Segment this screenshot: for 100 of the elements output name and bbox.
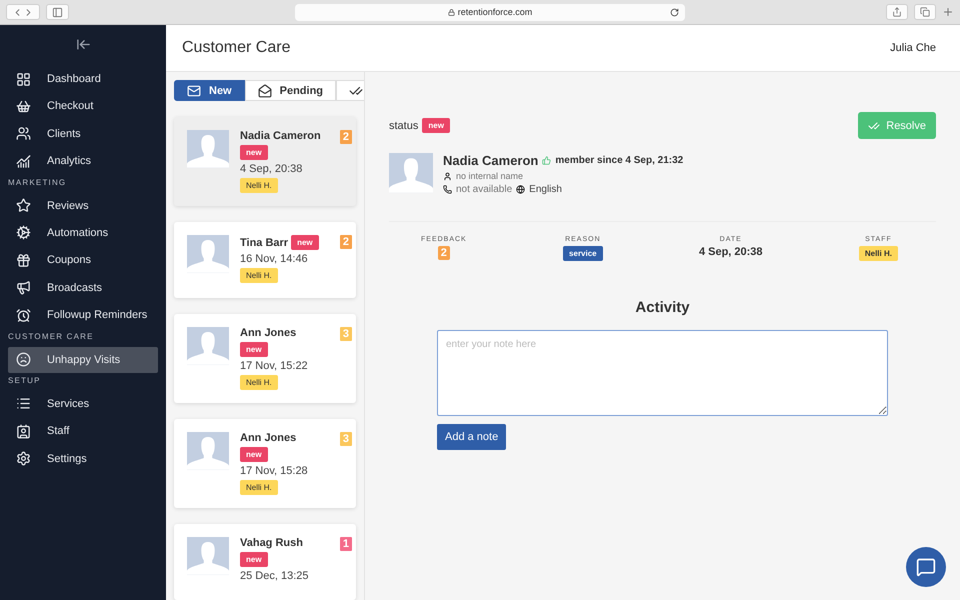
users-icon bbox=[16, 126, 31, 142]
score-badge: 2 bbox=[340, 130, 352, 144]
reload-icon[interactable] bbox=[670, 8, 679, 16]
sidebar-item-label: Checkout bbox=[47, 100, 94, 112]
open-envelope-icon bbox=[258, 84, 272, 98]
frown-icon bbox=[16, 352, 31, 368]
settings-icon bbox=[16, 451, 31, 466]
add-note-button[interactable]: Add a note bbox=[437, 424, 506, 450]
tab[interactable] bbox=[336, 80, 364, 101]
activity-title: Activity bbox=[634, 299, 691, 316]
visit-card[interactable]: Vahag Rush new 25 Dec, 13:25 1 bbox=[174, 524, 356, 600]
sidebar-icon bbox=[52, 6, 63, 18]
sidebar-item[interactable]: Automations bbox=[8, 220, 158, 246]
sidebar-item[interactable]: Services bbox=[8, 390, 158, 417]
sidebar-item-label: Followup Reminders bbox=[47, 309, 148, 322]
status-badge: new bbox=[240, 342, 268, 357]
sidebar-item-label: Dashboard bbox=[47, 73, 101, 85]
collapse-icon[interactable] bbox=[76, 37, 90, 52]
sidebar-item[interactable]: Followup Reminders bbox=[8, 302, 158, 328]
status-badge: new bbox=[240, 447, 268, 462]
score-badge: 2 bbox=[438, 246, 450, 260]
url-text: retentionforce.com bbox=[458, 7, 532, 17]
score-badge: 3 bbox=[340, 327, 352, 341]
visit-card[interactable]: Tina Barr new 16 Nov, 14:46 Nelli H. 2 bbox=[174, 222, 356, 298]
gift-icon bbox=[16, 252, 31, 268]
status-badge: new bbox=[291, 235, 319, 250]
status-badge: new bbox=[240, 145, 268, 160]
score-badge: 3 bbox=[340, 432, 352, 446]
contact-card-icon bbox=[16, 424, 31, 439]
status-badge: new bbox=[240, 552, 268, 567]
sidebar-item-label: Unhappy Visits bbox=[47, 354, 120, 366]
lock-icon bbox=[448, 8, 455, 16]
visit-card[interactable]: Ann Jones new 17 Nov, 15:22 Nelli H. 3 bbox=[174, 314, 356, 403]
sidebar-item-label: Clients bbox=[47, 128, 81, 140]
customer-name: Ann Jones bbox=[240, 432, 296, 444]
sidebar-item-label: Settings bbox=[47, 452, 87, 465]
sidebar-item-label: Coupons bbox=[47, 254, 92, 266]
person-icon bbox=[443, 172, 452, 180]
avatar-silhouette-icon bbox=[187, 432, 229, 470]
new-tab-icon[interactable] bbox=[942, 6, 954, 18]
megaphone-icon bbox=[16, 280, 31, 296]
mail-icon bbox=[187, 84, 201, 98]
share-icon bbox=[892, 7, 902, 17]
visit-card[interactable]: Nadia Cameron new 4 Sep, 20:38 Nelli H. 2 bbox=[174, 117, 356, 206]
sidebar-item[interactable]: Staff bbox=[8, 418, 158, 444]
staff-badge: Nelli H. bbox=[240, 375, 278, 390]
staff-badge: Nelli H. bbox=[240, 480, 278, 495]
customer-name: Tina Barr bbox=[240, 236, 288, 248]
sidebar-item[interactable]: Checkout bbox=[8, 93, 158, 120]
share-button[interactable] bbox=[886, 4, 908, 20]
reason-badge: service bbox=[563, 246, 603, 261]
customer-name: Vahag Rush bbox=[240, 537, 303, 549]
address-bar[interactable]: retentionforce.com bbox=[295, 4, 685, 20]
status-badge: new bbox=[422, 118, 450, 133]
tabs-icon bbox=[920, 7, 930, 17]
section-heading: MARKETING bbox=[8, 176, 68, 189]
avatar-silhouette-icon bbox=[389, 153, 433, 193]
status-label: status bbox=[389, 120, 418, 132]
sidebar-item[interactable]: Analytics bbox=[8, 148, 158, 174]
score-badge: 1 bbox=[340, 537, 352, 551]
sidebar-item[interactable]: Dashboard bbox=[8, 66, 158, 92]
thumbs-up-icon bbox=[542, 156, 552, 165]
fact-value: 4 Sep, 20:38 bbox=[698, 246, 763, 258]
chat-launcher-button[interactable] bbox=[906, 547, 946, 587]
avatar-silhouette-icon bbox=[187, 235, 229, 273]
grid-icon bbox=[16, 72, 31, 86]
sidebar-item[interactable]: Reviews bbox=[8, 192, 158, 219]
sidebar-item-label: Analytics bbox=[47, 155, 92, 168]
visit-card[interactable]: Ann Jones new 17 Nov, 15:28 Nelli H. 3 bbox=[174, 419, 356, 508]
sidebar-item[interactable]: Broadcasts bbox=[8, 274, 158, 301]
sidebar-item[interactable]: Settings bbox=[8, 446, 158, 472]
sidebar-item[interactable]: Unhappy Visits bbox=[8, 346, 158, 373]
visit-date: 17 Nov, 15:22 bbox=[240, 360, 309, 372]
back-forward-buttons[interactable] bbox=[6, 4, 40, 20]
sidebar-toggle-button[interactable] bbox=[46, 4, 69, 20]
double-check-icon bbox=[868, 120, 880, 132]
user-name[interactable]: Julia Che bbox=[890, 42, 936, 54]
basket-icon bbox=[16, 98, 31, 114]
note-field[interactable]: enter your note here bbox=[437, 330, 888, 416]
staff-badge: Nelli H. bbox=[858, 246, 898, 261]
internal-name: no internal name bbox=[456, 171, 524, 181]
tab[interactable]: New bbox=[174, 80, 245, 101]
chat-icon bbox=[916, 557, 936, 577]
chart-icon bbox=[16, 154, 31, 169]
visit-date: 25 Dec, 13:25 bbox=[240, 570, 310, 582]
visit-date: 4 Sep, 20:38 bbox=[240, 163, 304, 175]
sidebar-item[interactable]: Clients bbox=[8, 120, 158, 147]
star-icon bbox=[16, 198, 31, 214]
tabs-button[interactable] bbox=[914, 4, 936, 20]
sidebar-item-label: Reviews bbox=[47, 200, 89, 212]
score-badge: 2 bbox=[340, 235, 352, 249]
customer-name: Nadia Cameron bbox=[443, 153, 538, 168]
visit-date: 17 Nov, 15:28 bbox=[240, 465, 309, 477]
avatar-silhouette-icon bbox=[187, 327, 229, 365]
sidebar-item-label: Automations bbox=[47, 226, 108, 239]
customer-name: Ann Jones bbox=[240, 327, 296, 339]
sidebar-item-label: Services bbox=[47, 398, 90, 410]
sidebar-item[interactable]: Coupons bbox=[8, 247, 158, 274]
language: English bbox=[529, 184, 562, 195]
tab[interactable]: Pending bbox=[244, 80, 336, 101]
